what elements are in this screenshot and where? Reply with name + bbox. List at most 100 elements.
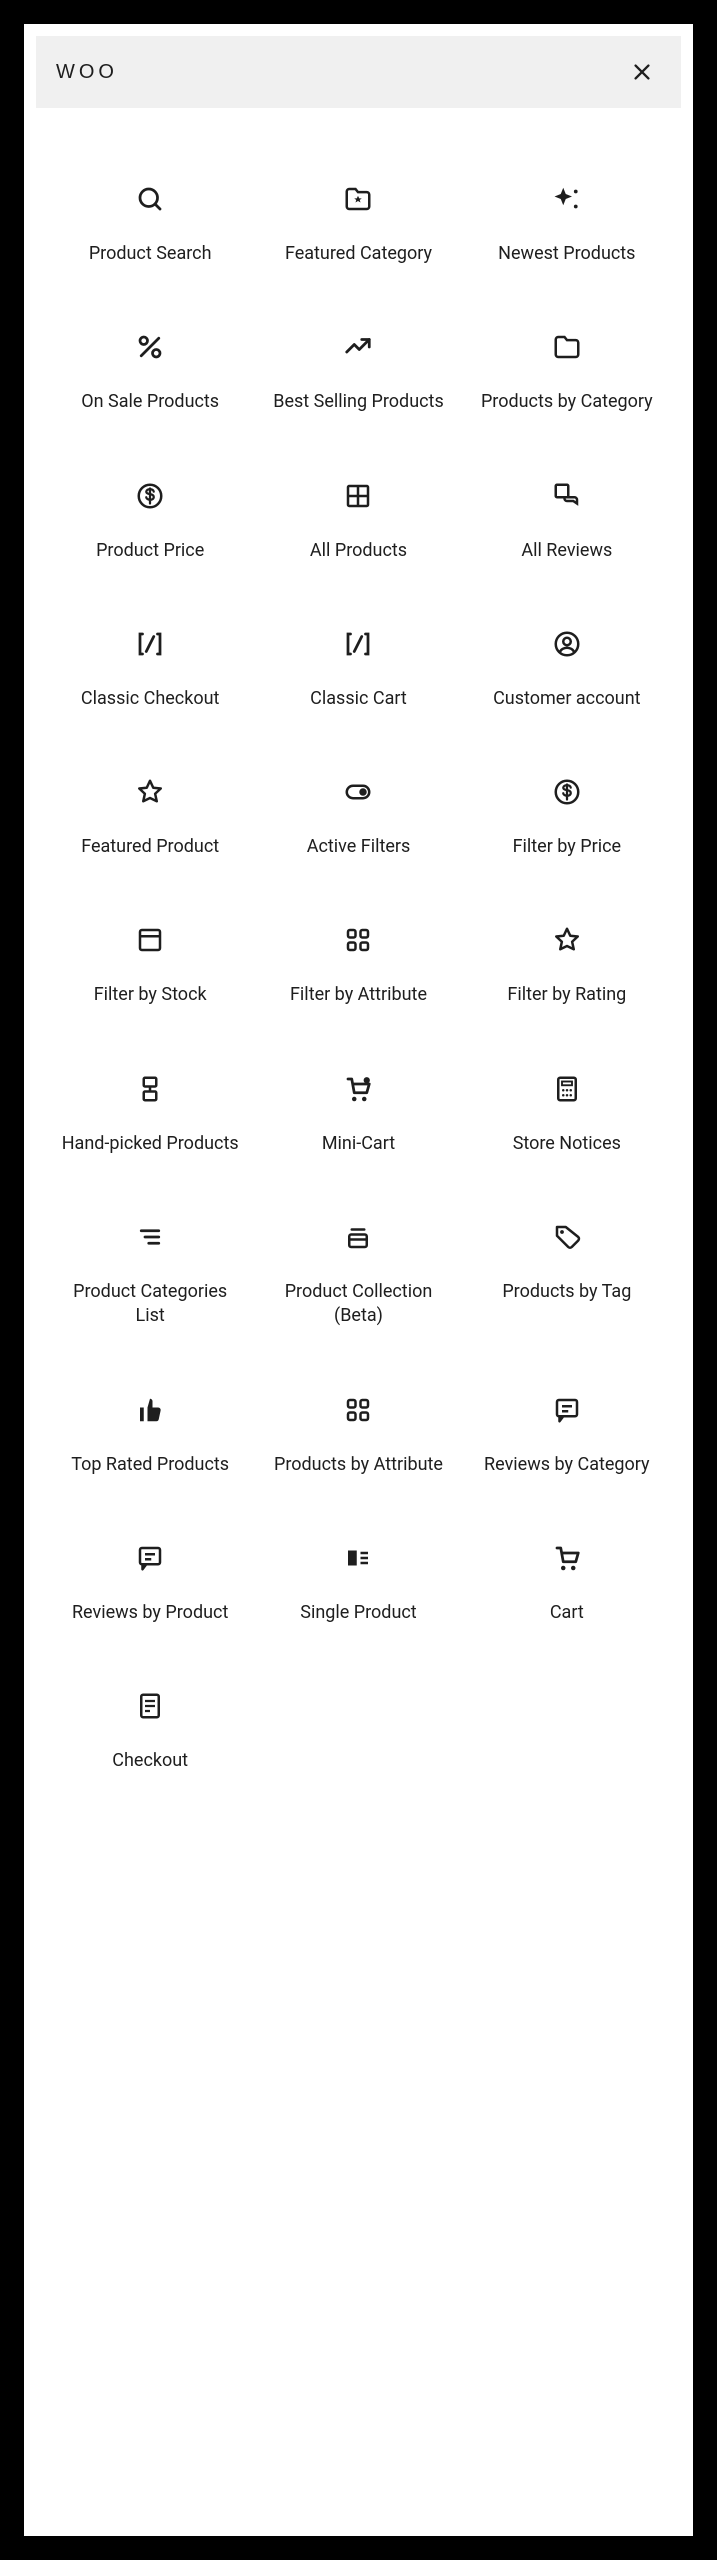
block-reviews-by-product[interactable]: Reviews by Product — [46, 1517, 254, 1665]
block-label: Classic Cart — [306, 687, 411, 711]
block-label: Top Rated Products — [67, 1453, 233, 1477]
single-list-icon — [343, 1535, 373, 1581]
block-featured-category[interactable]: Featured Category — [254, 158, 462, 306]
block-single-product[interactable]: Single Product — [254, 1517, 462, 1665]
trend-up-icon — [343, 324, 373, 370]
block-label: Classic Checkout — [77, 687, 224, 711]
block-label: Products by Category — [477, 390, 657, 414]
block-top-rated-products[interactable]: Top Rated Products — [46, 1369, 254, 1517]
block-store-notices[interactable]: Store Notices — [463, 1048, 671, 1196]
block-label: Cart — [546, 1601, 588, 1625]
star-outline-icon — [552, 917, 582, 963]
block-label: Filter by Stock — [90, 983, 211, 1007]
dollar-circle-icon — [552, 769, 582, 815]
block-label: Featured Product — [77, 835, 223, 859]
grid-dots-icon — [343, 917, 373, 963]
block-label: Reviews by Category — [480, 1453, 654, 1477]
block-label: Filter by Rating — [503, 983, 630, 1007]
search-icon — [135, 176, 165, 222]
close-icon — [631, 61, 653, 83]
calc-icon — [552, 1066, 582, 1112]
block-product-search[interactable]: Product Search — [46, 158, 254, 306]
block-label: Mini-Cart — [318, 1132, 399, 1156]
folder-icon — [552, 324, 582, 370]
block-label: Product Search — [85, 242, 216, 266]
block-product-categories-list[interactable]: Product Categories List — [46, 1196, 254, 1369]
block-label: On Sale Products — [77, 390, 223, 414]
thumb-up-icon — [135, 1387, 165, 1433]
block-products-by-category[interactable]: Products by Category — [463, 306, 671, 454]
sparkles-icon — [552, 176, 582, 222]
grid-dots-icon — [343, 1387, 373, 1433]
block-search-input[interactable] — [56, 61, 623, 84]
receipt-icon — [135, 1683, 165, 1729]
block-all-reviews[interactable]: All Reviews — [463, 455, 671, 603]
user-circle-icon — [552, 621, 582, 667]
grid-4-icon — [343, 473, 373, 519]
block-checkout[interactable]: Checkout — [46, 1665, 254, 1813]
block-best-selling-products[interactable]: Best Selling Products — [254, 306, 462, 454]
block-label: Hand-picked Products — [58, 1132, 243, 1156]
chat-square-icon — [552, 1387, 582, 1433]
block-on-sale-products[interactable]: On Sale Products — [46, 306, 254, 454]
block-label: Newest Products — [494, 242, 639, 266]
block-filter-by-rating[interactable]: Filter by Rating — [463, 899, 671, 1047]
shortcode-icon — [135, 621, 165, 667]
block-hand-picked-products[interactable]: Hand-picked Products — [46, 1048, 254, 1196]
block-products-by-tag[interactable]: Products by Tag — [463, 1196, 671, 1369]
search-bar — [36, 36, 681, 108]
block-label: Customer account — [489, 687, 644, 711]
block-label: Product Price — [92, 539, 208, 563]
percent-icon — [135, 324, 165, 370]
clear-search-button[interactable] — [623, 53, 661, 91]
block-label: Reviews by Product — [68, 1601, 232, 1625]
cart-icon — [552, 1535, 582, 1581]
block-label: Products by Attribute — [270, 1453, 447, 1477]
dollar-circle-icon — [135, 473, 165, 519]
block-newest-products[interactable]: Newest Products — [463, 158, 671, 306]
toggle-on-icon — [343, 769, 373, 815]
shortcode-icon — [343, 621, 373, 667]
tag-icon — [552, 1214, 582, 1260]
block-all-products[interactable]: All Products — [254, 455, 462, 603]
block-filter-by-attribute[interactable]: Filter by Attribute — [254, 899, 462, 1047]
block-label: Product Collection (Beta) — [262, 1280, 454, 1329]
block-customer-account[interactable]: Customer account — [463, 603, 671, 751]
block-inserter-panel: Product Search Featured Category Newest Pr… — [24, 24, 693, 2536]
block-label: Filter by Price — [509, 835, 626, 859]
block-label: All Products — [306, 539, 411, 563]
block-products-by-attribute[interactable]: Products by Attribute — [254, 1369, 462, 1517]
block-label: Store Notices — [509, 1132, 625, 1156]
block-label: Best Selling Products — [269, 390, 448, 414]
chat-square-icon — [135, 1535, 165, 1581]
block-label: Product Categories List — [54, 1280, 246, 1329]
block-label: Single Product — [296, 1601, 420, 1625]
search-container — [36, 24, 681, 108]
block-active-filters[interactable]: Active Filters — [254, 751, 462, 899]
block-product-collection[interactable]: Product Collection (Beta) — [254, 1196, 462, 1369]
block-classic-checkout[interactable]: Classic Checkout — [46, 603, 254, 751]
block-classic-cart[interactable]: Classic Cart — [254, 603, 462, 751]
block-featured-product[interactable]: Featured Product — [46, 751, 254, 899]
block-label: Filter by Attribute — [286, 983, 431, 1007]
block-label: Featured Category — [281, 242, 436, 266]
reviews-icon — [552, 473, 582, 519]
star-outline-icon — [135, 769, 165, 815]
handpick-icon — [135, 1066, 165, 1112]
block-mini-cart[interactable]: Mini-Cart — [254, 1048, 462, 1196]
folder-star-icon — [343, 176, 373, 222]
block-cart[interactable]: Cart — [463, 1517, 671, 1665]
mini-cart-icon — [343, 1066, 373, 1112]
block-reviews-by-category[interactable]: Reviews by Category — [463, 1369, 671, 1517]
block-filter-by-price[interactable]: Filter by Price — [463, 751, 671, 899]
filter-lines-icon — [135, 1214, 165, 1260]
block-label: Active Filters — [303, 835, 415, 859]
block-label: Checkout — [108, 1749, 192, 1773]
stack-icon — [343, 1214, 373, 1260]
block-label: Products by Tag — [498, 1280, 635, 1304]
block-label: All Reviews — [517, 539, 616, 563]
block-filter-by-stock[interactable]: Filter by Stock — [46, 899, 254, 1047]
block-product-price[interactable]: Product Price — [46, 455, 254, 603]
blocks-grid: Product Search Featured Category Newest Pr… — [36, 108, 681, 1814]
box-icon — [135, 917, 165, 963]
